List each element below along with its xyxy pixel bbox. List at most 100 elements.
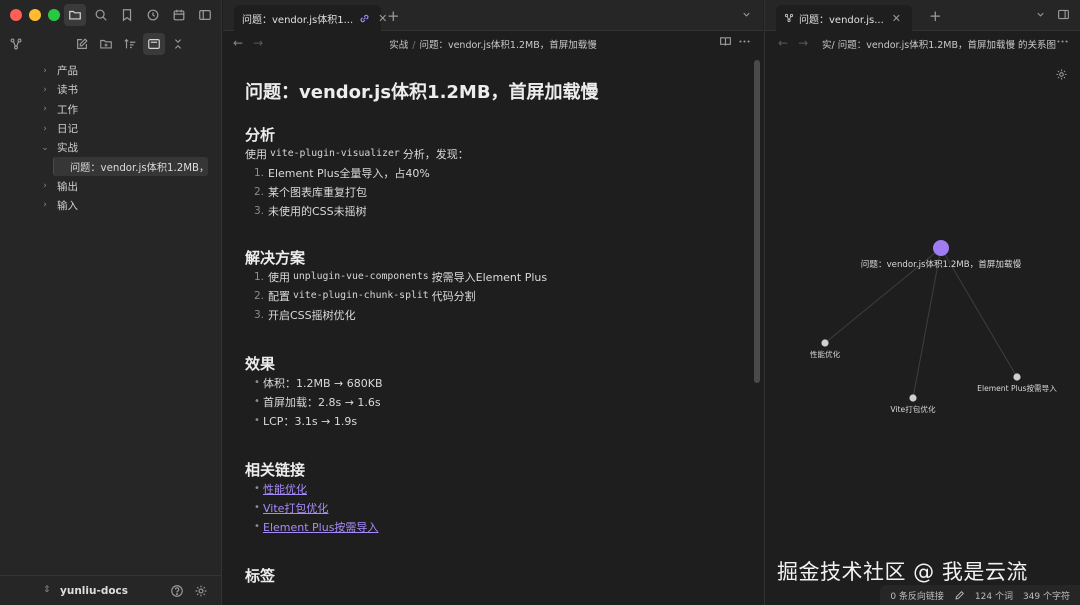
graph-icon [784, 13, 794, 23]
list-text: 使用 [268, 270, 290, 284]
sort-button[interactable] [119, 33, 141, 55]
toggle-sidebar-button[interactable] [194, 4, 216, 26]
list-item: 3. 开启CSS摇树优化 [245, 305, 750, 324]
bookmarks-tab-button[interactable] [116, 4, 138, 26]
new-tab-button[interactable]: + [929, 7, 942, 25]
close-window-button[interactable] [10, 9, 22, 21]
auto-reveal-button[interactable] [143, 33, 165, 55]
chevron-right-icon: › [43, 123, 47, 134]
help-button[interactable] [166, 580, 188, 602]
internal-link[interactable]: 性能优化 [263, 481, 307, 497]
list-item: 2. 某个图表库重复打包 [245, 182, 750, 201]
folder-name: 产品 [57, 65, 78, 78]
bullet-icon: • [254, 377, 260, 388]
graph-view-button[interactable] [5, 33, 27, 55]
list-text: 配置 [268, 289, 290, 303]
new-tab-button[interactable]: + [387, 7, 400, 25]
settings-button[interactable] [190, 580, 212, 602]
backlinks-count[interactable]: 0 条反向链接 [890, 589, 944, 602]
pencil-icon[interactable] [954, 590, 965, 601]
main-editor-pane: 问题：vendor.js体积1... ✕ + ← → 实战 / 问题：vendor.… [223, 0, 763, 605]
bullet-icon: • [254, 521, 260, 532]
breadcrumb: 实战 / 问题：vendor.js体积1.2MB，首屏加载慢 [223, 37, 763, 51]
list-item: • 体积：1.2MB → 680KB [245, 373, 750, 392]
new-folder-button[interactable] [95, 33, 117, 55]
list-text: Element Plus全量导入，占40% [268, 166, 430, 180]
sidebar-tab-strip [64, 4, 216, 26]
breadcrumb-title[interactable]: 问题：vendor.js体积1.2MB，首屏加载慢 [419, 40, 596, 51]
maximize-window-button[interactable] [48, 9, 60, 21]
forward-arrow-icon[interactable]: → [798, 36, 808, 50]
calendar-tab-button[interactable] [168, 4, 190, 26]
folder-item-expanded[interactable]: ⌄ 实战 [38, 138, 216, 157]
folder-item[interactable]: › 输出 [38, 176, 216, 195]
new-note-button[interactable] [71, 33, 93, 55]
more-options-button[interactable] [738, 35, 751, 48]
files-tab-button[interactable] [64, 4, 86, 26]
collapse-all-button[interactable] [167, 33, 189, 55]
tab-graph[interactable]: 问题：vendor.js... ✕ [776, 5, 912, 31]
close-tab-icon[interactable]: ✕ [378, 12, 387, 25]
list-item: • 性能优化 [245, 479, 750, 498]
tab-note[interactable]: 问题：vendor.js体积1... ✕ [234, 5, 387, 31]
folder-icon [69, 10, 81, 20]
status-bar: 0 条反向链接 124 个词 349 个字符 [880, 585, 1080, 605]
list-text: 首屏加载：2.8s → 1.6s [263, 395, 381, 409]
list-text: 体积：1.2MB → 680KB [263, 376, 383, 390]
inline-code: vite-plugin-visualizer [270, 148, 400, 159]
tab-list-chevron-icon[interactable] [1035, 9, 1046, 20]
graph-node[interactable] [909, 394, 917, 402]
folder-item[interactable]: › 日记 [38, 119, 216, 138]
file-item-active[interactable]: 问题：vendor.js体积1.2MB，... [53, 157, 208, 177]
list-item: • Element Plus按需导入 [245, 517, 750, 536]
folder-item[interactable]: › 产品 [38, 61, 216, 80]
list-number: 3. [254, 308, 265, 321]
folder-item[interactable]: › 工作 [38, 100, 216, 119]
folder-item[interactable]: › 输入 [38, 196, 216, 215]
list-item: 2. 配置 vite-plugin-chunk-split 代码分割 [245, 286, 750, 305]
note-title: 问题：vendor.js体积1.2MB，首屏加载慢 [245, 82, 599, 103]
folder-item[interactable]: › 读书 [38, 80, 216, 99]
graph-node-label: 性能优化 [810, 349, 841, 359]
back-arrow-icon[interactable]: ← [778, 36, 788, 50]
graph-title: 实/ 问题：vendor.js体积1.2MB，首屏加载慢 的关系图 [822, 40, 1057, 51]
vault-switcher[interactable]: ⇕ yunliu-docs [0, 575, 222, 605]
analysis-intro: 使用 vite-plugin-visualizer 分析，发现： [245, 144, 750, 163]
local-graph[interactable]: 问题：vendor.js体积1.2MB，首屏加载慢性能优化 Vite打包优化 Ele… [765, 56, 1080, 551]
search-tab-button[interactable] [90, 4, 112, 26]
graph-node-active[interactable] [933, 240, 949, 256]
book-open-icon [720, 37, 731, 46]
internal-link[interactable]: Element Plus按需导入 [263, 519, 378, 535]
vault-name: yunliu-docs [60, 584, 129, 597]
reading-view-button[interactable] [719, 35, 732, 48]
main-tab-bar: 问题：vendor.js体积1... ✕ + [223, 0, 763, 31]
graph-node[interactable] [821, 339, 829, 347]
recent-tab-button[interactable] [142, 4, 164, 26]
graph-node-label: 问题：vendor.js体积1.2MB，首屏加载慢 [861, 258, 1022, 270]
scrollbar[interactable] [754, 60, 760, 383]
watermark: 掘金技术社区 @ 我是云流 [777, 560, 1028, 584]
note-content[interactable]: 问题：vendor.js体积1.2MB，首屏加载慢 分析 使用 vite-plug… [245, 60, 750, 585]
tab-list-chevron-icon[interactable] [741, 9, 752, 20]
internal-link[interactable]: Vite打包优化 [263, 500, 328, 516]
folder-name: 日记 [57, 123, 78, 136]
minimize-window-button[interactable] [29, 9, 41, 21]
more-options-button[interactable] [1056, 35, 1069, 48]
folder-plus-icon [100, 39, 112, 49]
close-tab-icon[interactable]: ✕ [892, 12, 901, 25]
chevron-right-icon: › [43, 200, 47, 211]
chevron-down-icon: ⌄ [41, 142, 49, 153]
list-number: 1. [254, 270, 265, 283]
link-icon [359, 13, 370, 24]
inline-code: unplugin-vue-components [293, 271, 429, 282]
sort-icon [124, 38, 136, 49]
graph-node[interactable] [1013, 373, 1021, 381]
calendar-icon [173, 9, 185, 21]
chevron-updown-icon: ⇕ [43, 585, 51, 595]
bullet-icon: • [254, 502, 260, 513]
breadcrumb-folder[interactable]: 实战 [389, 40, 408, 51]
toggle-right-sidebar-button[interactable] [1057, 8, 1070, 21]
tab-label: 问题：vendor.js体积1... [242, 14, 354, 26]
list-item: 1. 使用 unplugin-vue-components 按需导入Element P… [245, 267, 750, 286]
left-sidebar: › 产品 › 读书 › 工作 › 日记 ⌄ 实战 问题：vendor.js体积1.2MB，… [0, 0, 222, 605]
